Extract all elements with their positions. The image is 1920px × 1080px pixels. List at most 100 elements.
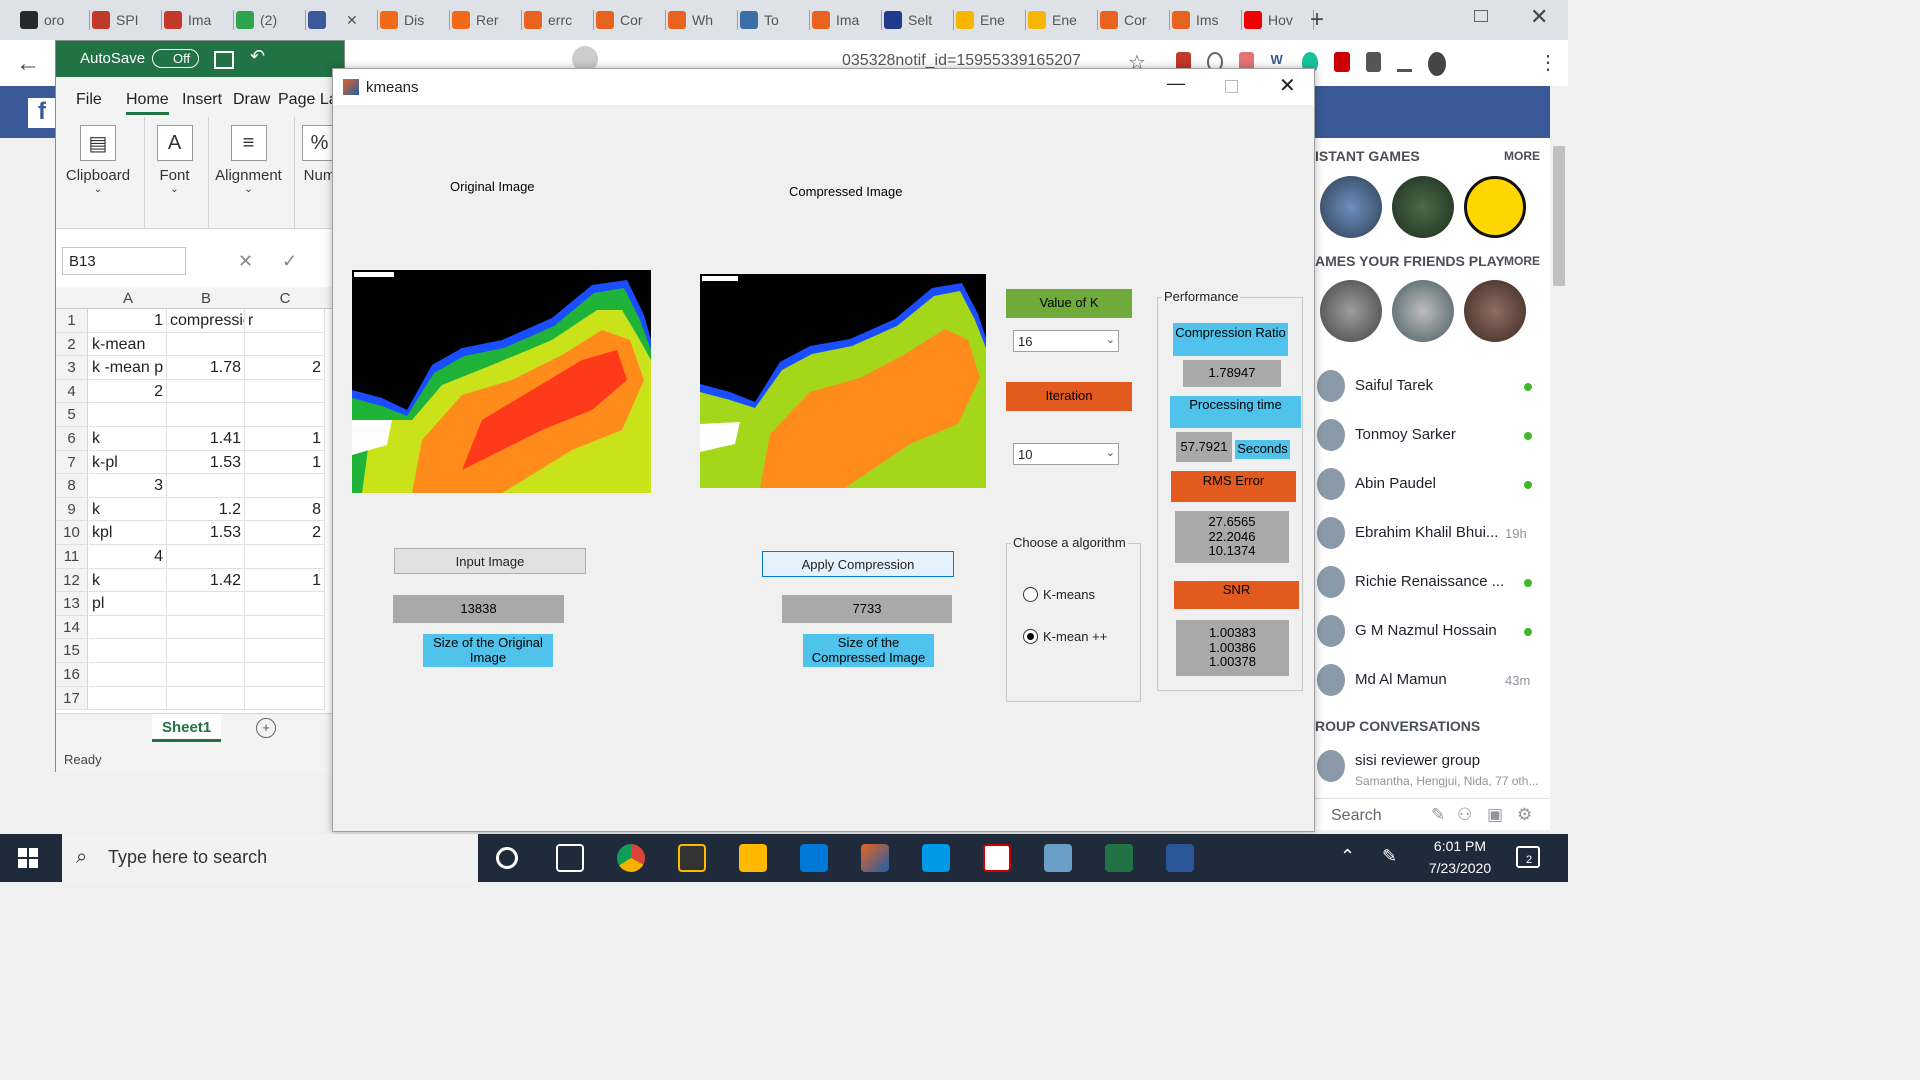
browser-tab[interactable]: Ene — [1028, 6, 1094, 34]
maximize-icon[interactable] — [1225, 80, 1238, 93]
cell[interactable]: 1.42 — [167, 568, 245, 593]
cell[interactable] — [89, 686, 167, 711]
game-icon[interactable] — [1464, 176, 1526, 238]
cell[interactable]: k — [89, 497, 167, 522]
word-icon[interactable] — [1166, 844, 1194, 872]
row-header[interactable]: 5 — [56, 403, 88, 427]
cell[interactable] — [245, 474, 325, 498]
cell[interactable] — [245, 332, 325, 357]
browser-tab[interactable]: Ims — [1172, 6, 1238, 34]
contact-item[interactable]: Richie Renaissance ... — [1315, 560, 1550, 604]
row-header[interactable]: 10 — [56, 521, 88, 545]
browser-tab[interactable]: To — [740, 6, 806, 34]
cell[interactable] — [167, 663, 245, 687]
browser-tab[interactable]: Ima — [812, 6, 878, 34]
page-scrollbar[interactable] — [1550, 86, 1568, 830]
cell[interactable]: compression ratio — [167, 309, 245, 333]
browser-tab[interactable]: errc — [524, 6, 590, 34]
cell[interactable] — [245, 686, 325, 711]
puzzle-icon[interactable] — [1365, 52, 1381, 72]
cell[interactable] — [245, 545, 325, 569]
matlab-icon[interactable] — [861, 844, 889, 872]
facebook-logo[interactable]: f — [28, 98, 56, 128]
acrobat-icon[interactable] — [1334, 52, 1350, 72]
cell[interactable]: 1 — [245, 450, 325, 475]
cancel-icon[interactable]: ✕ — [238, 251, 253, 272]
menu-dots-icon[interactable]: ⋮ — [1538, 50, 1558, 75]
cortana-icon[interactable] — [496, 847, 518, 869]
cell[interactable]: 1 — [245, 427, 325, 451]
browser-tab[interactable]: SPI — [92, 6, 158, 34]
taskbar-time[interactable]: 6:01 PM — [1430, 838, 1490, 854]
cell[interactable] — [167, 545, 245, 569]
browser-tab[interactable]: (2) — [236, 6, 302, 34]
row-header[interactable]: 9 — [56, 497, 88, 522]
cell[interactable]: 2 — [89, 379, 167, 404]
more-link[interactable]: MORE — [1504, 254, 1540, 268]
mail-icon[interactable] — [800, 844, 828, 872]
contact-item[interactable]: Saiful Tarek — [1315, 364, 1550, 408]
cvip-icon[interactable] — [983, 844, 1011, 872]
game-icon[interactable] — [1392, 176, 1454, 238]
video-icon[interactable]: ▣ — [1487, 805, 1503, 825]
tab-file[interactable]: File — [76, 91, 102, 109]
row-header[interactable]: 6 — [56, 427, 88, 451]
kmeans-radio[interactable]: K-means — [1023, 587, 1095, 602]
browser-tab[interactable]: Dis — [380, 6, 446, 34]
cell[interactable]: 3 — [89, 474, 167, 498]
row-header[interactable]: 13 — [56, 592, 88, 616]
column-header[interactable]: B — [167, 290, 245, 307]
windows-start-icon[interactable] — [18, 848, 38, 868]
browser-tab[interactable]: Selt — [884, 6, 950, 34]
contact-item[interactable]: Md Al Mamun 43m — [1315, 658, 1550, 702]
autosave-toggle[interactable]: Off — [152, 49, 200, 68]
store-icon[interactable] — [678, 844, 706, 872]
cell[interactable]: 4 — [89, 545, 167, 569]
taskbar-date[interactable]: 7/23/2020 — [1424, 860, 1496, 876]
cell[interactable]: r — [245, 309, 325, 333]
undo-icon[interactable]: ↶ — [250, 46, 265, 67]
row-header[interactable]: 14 — [56, 615, 88, 640]
cell[interactable] — [89, 615, 167, 640]
cell[interactable]: 1 — [245, 568, 325, 593]
tab-page-layout[interactable]: Page La — [278, 91, 338, 109]
maximize-icon[interactable] — [750, 52, 764, 64]
cell[interactable]: 1.53 — [167, 450, 245, 475]
scrollbar-thumb[interactable] — [1553, 146, 1565, 286]
cell[interactable] — [167, 615, 245, 640]
settings-gear-icon[interactable]: ⚙ — [1517, 805, 1532, 825]
new-tab-button[interactable]: + — [1310, 6, 1324, 34]
cell[interactable] — [167, 332, 245, 357]
name-box[interactable]: B13 — [62, 247, 186, 275]
cell[interactable]: 1.41 — [167, 427, 245, 451]
cell[interactable] — [245, 379, 325, 404]
cell[interactable]: pl — [89, 592, 167, 616]
app-icon[interactable] — [922, 844, 950, 872]
cell[interactable]: kpl — [89, 521, 167, 545]
check-icon[interactable]: ✓ — [282, 251, 297, 272]
apply-compression-button[interactable]: Apply Compression — [762, 551, 954, 577]
media-icon[interactable] — [1396, 52, 1412, 72]
font-group[interactable]: A Font ⌄ — [144, 117, 204, 229]
photos-icon[interactable] — [1044, 844, 1072, 872]
browser-tab[interactable]: Ima — [164, 6, 230, 34]
row-header[interactable]: 17 — [56, 686, 88, 711]
row-header[interactable]: 12 — [56, 568, 88, 593]
contact-item[interactable]: Tonmoy Sarker — [1315, 413, 1550, 457]
row-header[interactable]: 15 — [56, 639, 88, 663]
cell[interactable] — [89, 403, 167, 427]
close-window-icon[interactable]: ✕ — [1530, 4, 1548, 30]
close-icon[interactable]: ✕ — [806, 47, 821, 68]
browser-tab[interactable]: Ene — [956, 6, 1022, 34]
contact-item[interactable]: G M Nazmul Hossain — [1315, 609, 1550, 653]
chrome-icon[interactable] — [617, 844, 645, 872]
row-header[interactable]: 8 — [56, 474, 88, 498]
cell[interactable] — [167, 474, 245, 498]
cell[interactable]: 1.53 — [167, 521, 245, 545]
chat-search-bar[interactable]: Search ✎ ⚇ ▣ ⚙ — [1315, 798, 1550, 830]
filename[interactable]: Book... — [386, 50, 433, 67]
tab-draw[interactable]: Draw — [233, 91, 270, 109]
row-header[interactable]: 16 — [56, 663, 88, 687]
add-sheet-icon[interactable]: + — [256, 718, 276, 738]
browser-tab[interactable]: Cor — [596, 6, 662, 34]
